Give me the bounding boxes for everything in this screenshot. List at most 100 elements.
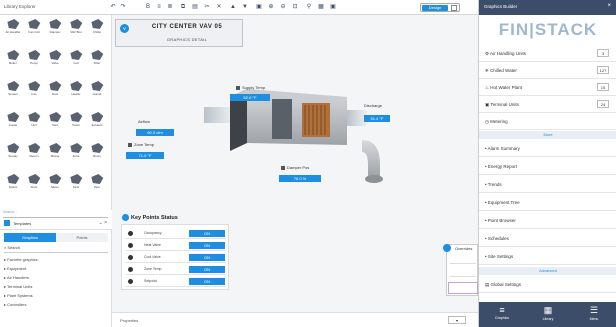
left-list-item[interactable]: ▸ Air Handlers	[4, 275, 108, 280]
left-list-item[interactable]: ▸ Terminal Units	[4, 284, 108, 289]
sidebar-item[interactable]: ♨ Hot Water Plant 15	[479, 79, 616, 96]
footer-nav-item[interactable]: ☰ Menu	[571, 302, 616, 327]
copy-icon[interactable]: ⧉	[180, 4, 186, 10]
cut-icon[interactable]: ✂	[204, 4, 210, 10]
delete-icon[interactable]: ✕	[216, 4, 222, 10]
align-center-icon[interactable]: ≣	[167, 4, 173, 10]
override-row[interactable]	[450, 269, 476, 277]
library-symbol[interactable]: Boiler	[3, 49, 23, 66]
library-symbol[interactable]: Chiller	[87, 18, 107, 35]
library-symbol[interactable]: Vent	[45, 111, 65, 128]
mode-checkbox[interactable]	[451, 5, 457, 11]
sidebar-item[interactable]: • Energy Report	[479, 158, 616, 175]
point-row[interactable]: Cool Valve ON	[126, 252, 225, 263]
point-row[interactable]: Occupancy ON	[126, 228, 225, 239]
sidebar-item[interactable]: ▤ Global Settings	[479, 276, 616, 293]
library-symbol[interactable]: Coil	[66, 49, 86, 66]
library-symbol[interactable]: Humid	[87, 80, 107, 97]
footer-nav-item[interactable]: ≡ Graphics	[479, 302, 525, 327]
left-list-item[interactable]: ▸ Favorite graphics	[4, 257, 108, 262]
point-value[interactable]: ON	[189, 242, 225, 249]
paste-icon[interactable]: ▤	[192, 4, 198, 10]
library-symbol[interactable]: Tank	[66, 173, 86, 190]
library-symbol[interactable]: Room	[87, 142, 107, 159]
library-symbol[interactable]: Damper	[45, 18, 65, 35]
sidebar-item[interactable]: • Site Settings	[479, 248, 616, 265]
damper-label: Damper Pos	[281, 165, 309, 170]
library-symbol[interactable]: Supply	[3, 142, 23, 159]
sidebar-item[interactable]: • Schedules	[479, 230, 616, 247]
library-symbol[interactable]: Mixing	[45, 142, 65, 159]
sidebar-item[interactable]: • Trends	[479, 176, 616, 193]
zoom-select[interactable]: ▾	[448, 316, 466, 324]
fit-icon[interactable]: ⊡	[292, 4, 298, 10]
point-value[interactable]: ON	[189, 254, 225, 261]
library-symbol[interactable]: Sensor	[3, 80, 23, 97]
section-divider[interactable]: Advanced	[479, 267, 616, 275]
point-row[interactable]: Zone Temp ON	[126, 264, 225, 275]
point-value[interactable]: ON	[189, 278, 225, 285]
point-row[interactable]: Setpoint ON	[126, 276, 225, 287]
left-list-item[interactable]: ▸ Equipment	[4, 266, 108, 271]
sidebar-item[interactable]: ◷ Metering	[479, 113, 616, 130]
library-symbol[interactable]: VAV Box	[66, 18, 86, 35]
grid-icon[interactable]: ▦	[318, 4, 324, 10]
point-row[interactable]: Heat Valve ON	[126, 240, 225, 251]
library-symbol[interactable]: Pump	[24, 49, 44, 66]
sidebar-item[interactable]: • Point Browser	[479, 212, 616, 229]
library-symbol[interactable]: Zone	[66, 142, 86, 159]
damper-value[interactable]: 76.0 %	[279, 175, 321, 182]
group-icon[interactable]: ▣	[256, 4, 262, 10]
library-symbol[interactable]: Return	[24, 142, 44, 159]
align-left-icon[interactable]: ≡	[156, 4, 162, 10]
library-symbol[interactable]: Space	[3, 173, 23, 190]
library-symbol[interactable]: Unit	[24, 111, 44, 128]
discharge-value[interactable]: 51.4 °F	[364, 115, 390, 122]
sidebar-item[interactable]: ▣ Terminal Units 24	[479, 96, 616, 113]
supply-temp-value[interactable]: 52.0 °F	[230, 94, 270, 101]
collapse-icon[interactable]: ⌄ ×	[99, 220, 108, 226]
library-symbol[interactable]: Floor	[24, 173, 44, 190]
library-symbol[interactable]: Filter	[87, 49, 107, 66]
point-value[interactable]: ON	[189, 266, 225, 273]
library-symbol[interactable]: Heater	[66, 80, 86, 97]
library-symbol[interactable]: Valve	[45, 49, 65, 66]
override-row[interactable]	[450, 256, 476, 264]
point-value[interactable]: ON	[189, 230, 225, 237]
override-row-selected[interactable]	[448, 282, 478, 294]
layer-up-icon[interactable]: ▲	[230, 4, 236, 10]
library-symbol[interactable]: Meter	[45, 173, 65, 190]
zoom-in-icon[interactable]: ⊕	[268, 4, 274, 10]
library-symbol[interactable]: Fan	[24, 80, 44, 97]
left-list-item[interactable]: ▸ Plant Systems	[4, 293, 108, 298]
left-search-input[interactable]: ⌕ Search	[4, 245, 108, 253]
library-symbol[interactable]: Cooler	[3, 111, 23, 128]
section-divider[interactable]: More	[479, 131, 616, 139]
sidebar-item[interactable]: • Equipment Tree	[479, 194, 616, 211]
tab-graphics[interactable]: Graphics	[4, 233, 56, 242]
zoom-out-icon[interactable]: ⊖	[280, 4, 286, 10]
sidebar-item[interactable]: ❄ Chilled Water 127	[479, 62, 616, 79]
footer-nav-item[interactable]: ▦ Library	[525, 302, 571, 327]
left-list-item[interactable]: ▸ Controllers	[4, 302, 108, 307]
sidebar-item[interactable]: • Alarm Summary	[479, 140, 616, 157]
zone-temp-value[interactable]: 71.0 °F	[126, 152, 164, 159]
layer-down-icon[interactable]: ▼	[242, 4, 248, 10]
tab-points[interactable]: Points	[56, 233, 108, 242]
redo-icon[interactable]: ↷	[120, 4, 126, 10]
sidebar-item[interactable]: ⚙ Air Handling Units 3	[479, 45, 616, 62]
library-symbol[interactable]: Tower	[66, 111, 86, 128]
library-symbol[interactable]: Air Handler	[3, 18, 23, 35]
mode-toggle[interactable]: Design	[420, 3, 460, 12]
close-icon[interactable]: ×	[607, 3, 611, 9]
library-symbol[interactable]: Pipe	[87, 173, 107, 190]
library-search-input[interactable]: Search...	[3, 210, 108, 218]
bold-icon[interactable]: B	[145, 4, 151, 10]
link-icon[interactable]: ⚲	[306, 4, 312, 10]
undo-icon[interactable]: ↶	[110, 4, 116, 10]
airflow-value[interactable]: 60.0 cfm	[136, 129, 174, 136]
library-symbol[interactable]: Duct	[45, 80, 65, 97]
library-symbol[interactable]: Fan Coil	[24, 18, 44, 35]
image-icon[interactable]: ▣	[330, 4, 336, 10]
library-symbol[interactable]: Exhaust	[87, 111, 107, 128]
